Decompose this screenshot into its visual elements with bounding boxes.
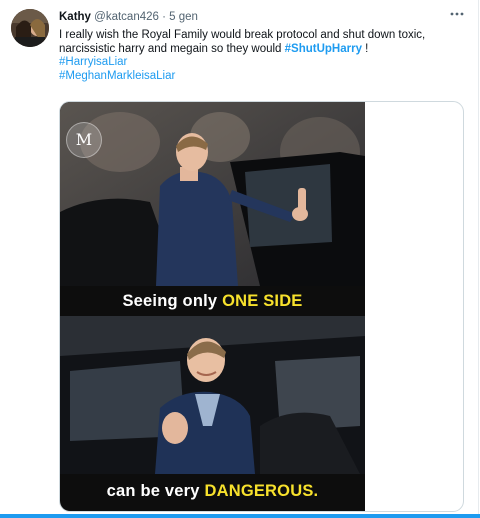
watermark-logo: M	[66, 122, 102, 158]
tweet-text-line2-pre: narcissistic harry and megain so they wo…	[59, 42, 285, 55]
photo-man-smiling-by-car	[60, 316, 365, 474]
tweet-text-line2-post: !	[361, 42, 369, 55]
author-name[interactable]: Kathy	[59, 11, 91, 23]
hashtag-shutupharry[interactable]: #ShutUpHarry	[285, 43, 362, 55]
bottom-blue-bar	[0, 514, 480, 518]
caption-top-highlight: ONE SIDE	[222, 292, 303, 310]
photo-man-gesturing-at-car	[60, 102, 365, 286]
meme-image[interactable]: M Seeing only ONE SIDE can be very DANGE…	[60, 102, 365, 511]
hashtag-harryisaliar[interactable]: #HarryisaLiar	[59, 56, 471, 70]
tweet-text: I really wish the Royal Family would bre…	[59, 29, 471, 83]
author-handle[interactable]: @katcan426	[94, 11, 159, 23]
more-options-icon[interactable]	[447, 6, 467, 24]
caption-top-text: Seeing only	[122, 292, 223, 310]
meme-caption-top: Seeing only ONE SIDE	[60, 288, 365, 314]
tweet-header: Kathy @katcan426 · 5 gen	[59, 10, 198, 24]
tweet-timestamp[interactable]: 5 gen	[169, 11, 198, 23]
meme-caption-bottom: can be very DANGEROUS.	[60, 474, 365, 508]
tweet-text-line2: narcissistic harry and megain so they wo…	[59, 43, 471, 57]
tweet-media[interactable]: M Seeing only ONE SIDE can be very DANGE…	[59, 101, 464, 512]
more-horizontal-icon	[450, 12, 464, 16]
tweet-text-line1: I really wish the Royal Family would bre…	[59, 29, 426, 41]
meme-photo-top: M	[60, 102, 365, 286]
caption-bottom-highlight: DANGEROUS.	[204, 482, 319, 500]
avatar[interactable]	[11, 9, 49, 47]
hashtag-meghanmarkleisaliar[interactable]: #MeghanMarkleisaLiar	[59, 70, 471, 84]
meme-photo-bottom	[60, 316, 365, 474]
separator-dot: ·	[162, 11, 166, 23]
tweet[interactable]: Kathy @katcan426 · 5 gen I really wish t…	[0, 0, 479, 514]
caption-bottom-text: can be very	[106, 482, 205, 500]
avatar-image	[11, 9, 49, 47]
